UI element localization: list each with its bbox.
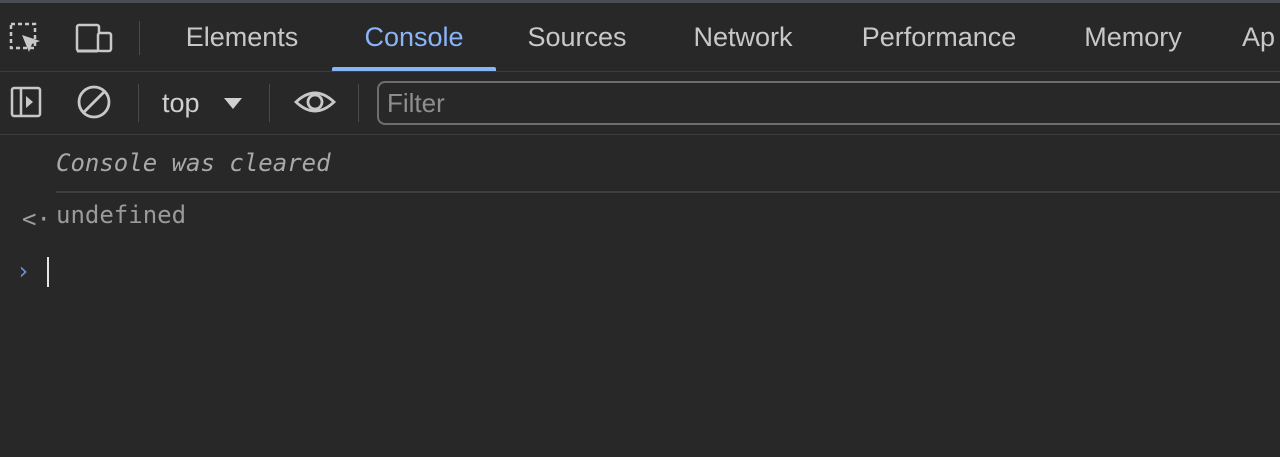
tab-sources[interactable]: Sources	[510, 3, 644, 71]
tab-bar-divider	[139, 21, 140, 55]
active-tab-indicator	[332, 67, 496, 71]
tab-performance[interactable]: Performance	[842, 3, 1036, 71]
context-selector-label: top	[162, 87, 200, 118]
devtools-tab-bar: Elements Console Sources Network Perform…	[0, 3, 1280, 72]
context-selector[interactable]: top	[150, 80, 260, 126]
toolbar-divider	[138, 84, 139, 122]
tab-elements[interactable]: Elements	[168, 3, 316, 71]
console-output[interactable]: Console was cleared <· undefined ›	[0, 135, 1280, 457]
inspect-element-icon[interactable]	[6, 19, 46, 59]
tab-network[interactable]: Network	[674, 3, 812, 71]
toolbar-divider	[358, 84, 359, 122]
eye-icon[interactable]	[292, 82, 338, 122]
tab-console[interactable]: Console	[332, 3, 496, 71]
prompt-chevron-icon: ›	[16, 257, 31, 285]
filter-input[interactable]	[377, 81, 1280, 125]
device-toolbar-icon[interactable]	[74, 19, 114, 59]
return-value-arrow-icon: <·	[22, 205, 51, 233]
console-toolbar: top	[0, 72, 1280, 135]
clear-console-icon[interactable]	[74, 82, 114, 122]
tab-memory[interactable]: Memory	[1066, 3, 1200, 71]
console-input-caret[interactable]	[47, 257, 49, 287]
return-value: undefined	[56, 201, 187, 229]
tab-application[interactable]: Ap	[1242, 3, 1280, 71]
console-cleared-message: Console was cleared	[56, 149, 331, 177]
message-divider	[56, 191, 1280, 193]
toolbar-divider	[269, 84, 270, 122]
caret-down-icon	[223, 97, 242, 109]
sidebar-toggle-icon[interactable]	[6, 82, 46, 122]
